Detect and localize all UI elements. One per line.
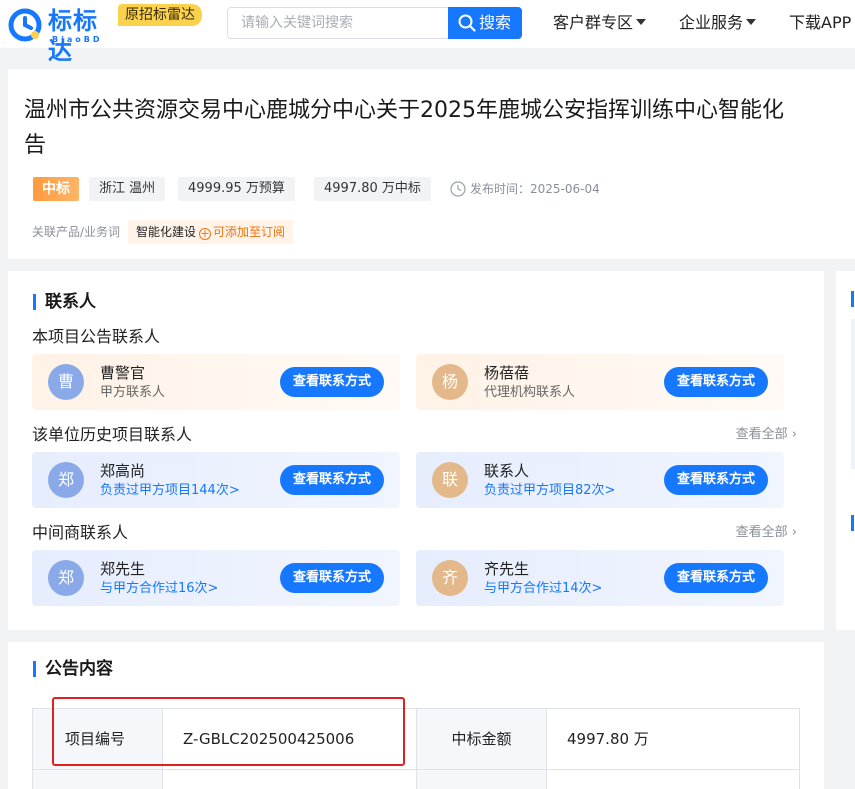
- contact-history-link[interactable]: 负责过甲方项目144次>: [100, 482, 240, 499]
- table-label: [417, 770, 547, 789]
- nav-enterprise-services[interactable]: 企业服务: [679, 13, 757, 33]
- view-contact-button[interactable]: 查看联系方式: [280, 367, 384, 397]
- logo-subtitle: BiaoBD: [52, 35, 103, 44]
- contact-card: 联 联系人 负责过甲方项目82次> 查看联系方式: [416, 452, 784, 508]
- logo-mark-icon: [8, 8, 42, 42]
- avatar: 曹: [48, 364, 84, 400]
- table-value: [163, 770, 417, 789]
- nav-label: 下载APP: [789, 13, 852, 32]
- contact-card: 郑 郑先生 与甲方合作过16次> 查看联系方式: [32, 550, 400, 606]
- see-all-label: 查看全部: [735, 525, 788, 540]
- award-tag: 4997.80 万中标: [314, 177, 431, 201]
- table-value: 4997.80 万: [547, 709, 800, 770]
- contact-name: 郑先生: [100, 560, 146, 578]
- add-subscription-label: 可添加至订阅: [213, 225, 286, 239]
- table-label: 中标金额: [417, 709, 547, 770]
- caret-down-icon: [746, 19, 757, 25]
- search-input[interactable]: [228, 8, 450, 38]
- side-panel: [836, 271, 855, 500]
- contact-role: 甲方联系人: [100, 385, 166, 400]
- keyword-text: 智能化建设: [136, 225, 197, 239]
- see-all-label: 查看全部: [735, 427, 788, 442]
- contact-card: 杨 杨蓓蓓 代理机构联系人 查看联系方式: [416, 354, 784, 410]
- contact-name: 杨蓓蓓: [484, 364, 530, 382]
- table-value: [547, 770, 800, 789]
- side-panel-marker: [851, 291, 854, 307]
- top-header: 标标达 BiaoBD 原招标雷达 搜索 客户群专区 企业服务 下载APP: [0, 0, 855, 65]
- side-panel: [836, 500, 855, 630]
- region-tag: 浙江 温州: [89, 177, 166, 201]
- view-contact-button[interactable]: 查看联系方式: [664, 563, 768, 593]
- group-title: 本项目公告联系人: [32, 327, 161, 346]
- contact-name: 曹警官: [100, 364, 146, 382]
- nav-download-app[interactable]: 下载APP: [789, 13, 851, 33]
- contact-card: 郑 郑高尚 负责过甲方项目144次> 查看联系方式: [32, 452, 400, 508]
- contact-name: 联系人: [484, 462, 530, 480]
- see-all-link[interactable]: 查看全部 ›: [736, 524, 797, 542]
- contact-role: 代理机构联系人: [484, 385, 576, 400]
- nav-label: 企业服务: [679, 13, 744, 32]
- avatar: 郑: [48, 462, 84, 498]
- search-button-label: 搜索: [479, 13, 512, 32]
- contacts-heading: 联系人: [33, 291, 96, 313]
- budget-tag: 4999.95 万预算: [178, 177, 295, 201]
- notice-title-continued: 告: [24, 133, 47, 158]
- contact-card: 曹 曹警官 甲方联系人 查看联系方式: [32, 354, 400, 410]
- view-contact-button[interactable]: 查看联系方式: [664, 367, 768, 397]
- keyword-tag[interactable]: 智能化建设 + 可添加至订阅: [128, 220, 294, 244]
- table-label: [33, 770, 163, 789]
- avatar: 杨: [432, 364, 468, 400]
- add-subscription-link[interactable]: + 可添加至订阅: [196, 225, 286, 240]
- publish-time: 发布时间：2025-06-04: [442, 180, 600, 198]
- status-badge: 中标: [33, 177, 79, 201]
- contact-name: 郑高尚: [100, 462, 146, 480]
- search-button[interactable]: 搜索: [448, 7, 522, 39]
- highlight-annotation-box: [52, 697, 405, 766]
- nav-label: 客户群专区: [553, 13, 634, 32]
- view-contact-button[interactable]: 查看联系方式: [280, 563, 384, 593]
- group-title: 该单位历史项目联系人: [32, 425, 193, 444]
- search-box: 搜索: [227, 7, 522, 39]
- clock-icon: [450, 181, 466, 197]
- avatar: 齐: [432, 560, 468, 596]
- keyword-label: 关联产品/业务词: [32, 225, 121, 239]
- search-icon: [458, 14, 476, 32]
- see-all-link[interactable]: 查看全部 ›: [736, 426, 797, 444]
- caret-down-icon: [636, 19, 647, 25]
- contact-history-link[interactable]: 与甲方合作过14次>: [484, 580, 602, 597]
- content-heading: 公告内容: [33, 658, 113, 680]
- contact-name: 齐先生: [484, 560, 530, 578]
- avatar: 郑: [48, 560, 84, 596]
- avatar: 联: [432, 462, 468, 498]
- group-title: 中间商联系人: [32, 523, 129, 542]
- side-panel-strip: [851, 319, 855, 469]
- side-panel-marker: [851, 515, 854, 531]
- view-contact-button[interactable]: 查看联系方式: [280, 465, 384, 495]
- notice-title: 温州市公共资源交易中心鹿城分中心关于2025年鹿城公安指挥训练中心智能化: [24, 98, 784, 123]
- chevron-right-icon: ›: [791, 427, 797, 442]
- nav-customer-groups[interactable]: 客户群专区: [553, 13, 647, 33]
- chevron-right-icon: ›: [791, 525, 797, 540]
- plus-circle-icon: +: [199, 227, 212, 240]
- site-logo[interactable]: 标标达 BiaoBD: [8, 6, 120, 65]
- former-name-badge: 原招标雷达: [118, 4, 202, 26]
- contact-card: 齐 齐先生 与甲方合作过14次> 查看联系方式: [416, 550, 784, 606]
- contact-history-link[interactable]: 与甲方合作过16次>: [100, 580, 218, 597]
- contact-history-link[interactable]: 负责过甲方项目82次>: [484, 482, 615, 499]
- view-contact-button[interactable]: 查看联系方式: [664, 465, 768, 495]
